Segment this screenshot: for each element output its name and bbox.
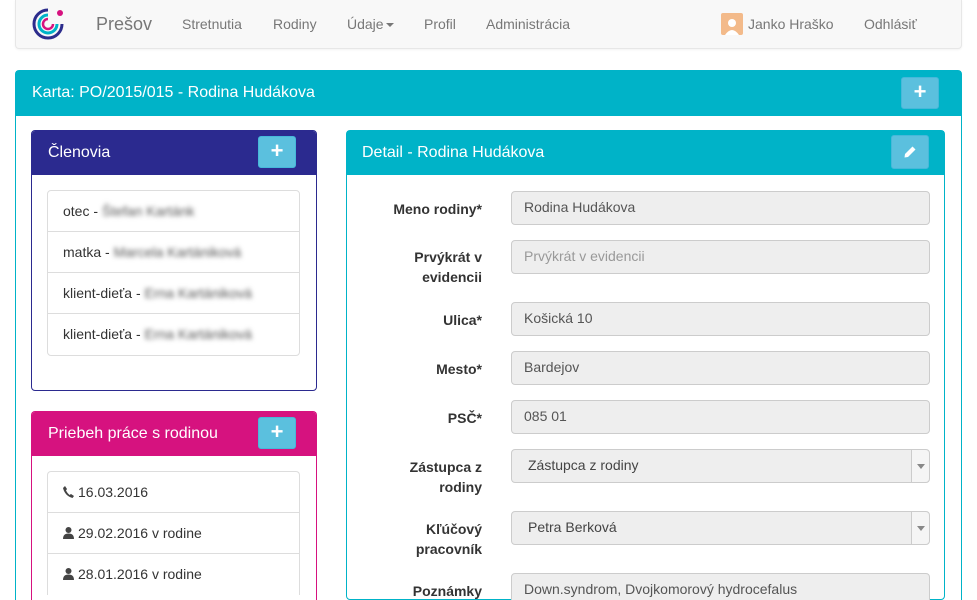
member-name: Erna Kartániková (144, 326, 252, 342)
nav-udaje-label: Údaje (347, 16, 384, 32)
member-item[interactable]: klient-dieťa - Erna Kartániková (48, 314, 299, 355)
detail-title: Detail - Rodina Hudákova (362, 144, 545, 161)
nav-administracia[interactable]: Administrácia (486, 16, 570, 32)
add-progress-button[interactable]: + (258, 417, 296, 449)
progress-title: Priebeh práce s rodinou (48, 425, 218, 442)
nav-rodiny[interactable]: Rodiny (273, 16, 317, 32)
nav-udaje[interactable]: Údaje (347, 16, 394, 32)
user-icon (63, 568, 74, 580)
user-avatar-icon (721, 13, 743, 35)
pracovnik-select[interactable]: Petra Berková (511, 511, 930, 545)
ulica-field[interactable]: Košická 10 (511, 302, 930, 336)
member-item[interactable]: klient-dieťa - Erna Kartániková (48, 273, 299, 314)
member-name: Štefan Kartánk (101, 203, 195, 219)
members-panel: Členovia + otec - Štefan Kartánk matka -… (31, 130, 317, 391)
member-role: otec - (63, 203, 102, 219)
add-member-button[interactable]: + (258, 136, 296, 168)
edit-button[interactable] (891, 135, 929, 169)
progress-list: 16.03.2016 29.02.2016 v rodine 28.01.201… (47, 471, 300, 595)
progress-text: 28.01.2016 v rodine (78, 566, 202, 582)
plus-icon: + (270, 138, 284, 163)
nav-profil[interactable]: Profil (424, 16, 456, 32)
member-role: klient-dieťa - (63, 326, 145, 342)
plus-icon: + (270, 419, 284, 444)
pracovnik-value: Petra Berková (528, 519, 617, 535)
zastupca-value: Zástupca z rodiny (528, 457, 639, 473)
pencil-icon (904, 146, 916, 158)
detail-panel-header: Detail - Rodina Hudákova (347, 131, 944, 175)
members-list: otec - Štefan Kartánk matka - Marcela Ka… (47, 190, 300, 356)
prvykrat-field[interactable]: Prvýkrát v evidencii (511, 240, 930, 274)
progress-panel-header: Priebeh práce s rodinou + (32, 412, 316, 456)
psc-field[interactable]: 085 01 (511, 400, 930, 434)
label-ulica: Ulica* (443, 312, 482, 328)
label-meno: Meno rodiny* (393, 201, 482, 217)
app-logo[interactable] (30, 6, 66, 42)
member-name: Erna Kartániková (144, 285, 252, 301)
caret-down-icon (385, 23, 394, 28)
progress-text: 29.02.2016 v rodine (78, 525, 202, 541)
member-role: klient-dieťa - (63, 285, 145, 301)
member-role: matka - (63, 244, 114, 260)
card-title: Karta: PO/2015/015 - Rodina Hudákova (32, 84, 315, 101)
detail-panel: Detail - Rodina Hudákova Meno rodiny* Ro… (346, 130, 945, 600)
user-menu[interactable]: Janko Hraško (721, 13, 834, 35)
label-mesto: Mesto* (436, 361, 482, 377)
member-item[interactable]: matka - Marcela Kartániková (48, 232, 299, 273)
dropdown-arrow-icon[interactable] (911, 512, 929, 544)
progress-text: 16.03.2016 (78, 484, 149, 500)
zastupca-select[interactable]: Zástupca z rodiny (511, 449, 930, 483)
plus-icon: + (913, 79, 927, 104)
poznamky-field[interactable]: Down.syndrom, Dvojkomorový hydrocefalus (511, 573, 930, 600)
meno-rodiny-field[interactable]: Rodina Hudákova (511, 191, 930, 225)
progress-item[interactable]: 28.01.2016 v rodine (48, 554, 299, 595)
phone-icon (63, 486, 74, 498)
member-name: Marcela Kartániková (113, 244, 242, 260)
label-poznamky: Poznámky (412, 583, 482, 599)
progress-panel: Priebeh práce s rodinou + 16.03.2016 29.… (31, 411, 317, 600)
members-title: Členovia (48, 144, 111, 161)
label-pracovnik: Kľúčový pracovník (415, 521, 482, 557)
user-icon (63, 527, 74, 539)
add-card-button[interactable]: + (901, 77, 939, 109)
label-prvykrat: Prvýkrát v evidencii (414, 249, 482, 285)
user-name: Janko Hraško (748, 16, 834, 32)
logout-link[interactable]: Odhlásiť (864, 16, 917, 32)
members-panel-header: Členovia + (32, 131, 316, 175)
nav-stretnutia[interactable]: Stretnutia (182, 16, 242, 32)
member-item[interactable]: otec - Štefan Kartánk (48, 191, 299, 232)
label-zastupca: Zástupca z rodiny (409, 459, 482, 495)
progress-item[interactable]: 29.02.2016 v rodine (48, 513, 299, 554)
card-panel-header: Karta: PO/2015/015 - Rodina Hudákova + (16, 71, 961, 116)
brand-title[interactable]: Prešov (96, 14, 152, 35)
card-panel: Karta: PO/2015/015 - Rodina Hudákova + Č… (15, 70, 962, 600)
mesto-field[interactable]: Bardejov (511, 351, 930, 385)
label-psc: PSČ* (447, 410, 482, 426)
navbar: Prešov Stretnutia Rodiny Údaje Profil Ad… (15, 0, 962, 49)
progress-item[interactable]: 16.03.2016 (48, 472, 299, 513)
dropdown-arrow-icon[interactable] (911, 450, 929, 482)
